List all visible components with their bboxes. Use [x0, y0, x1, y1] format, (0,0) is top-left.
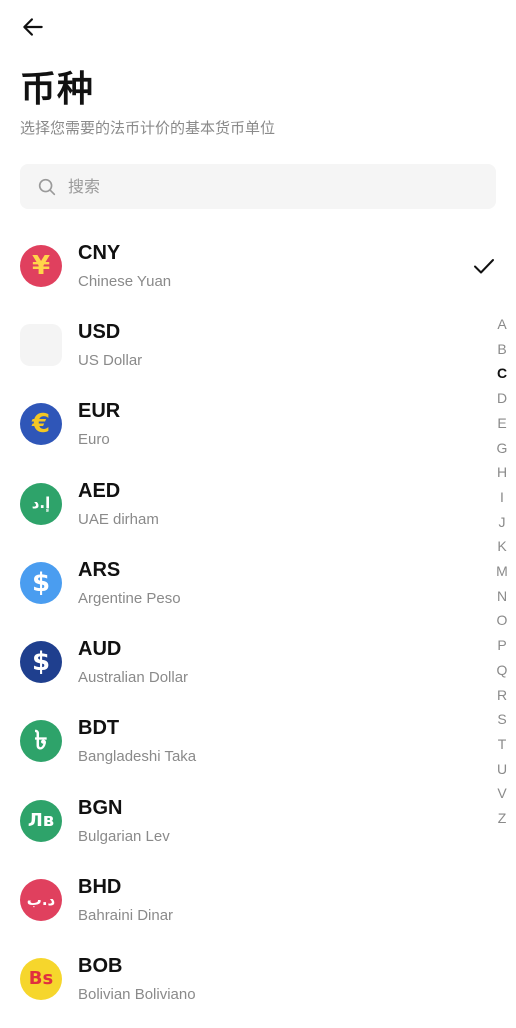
currency-name: Euro	[78, 431, 110, 449]
taka-coin-icon: ৳	[20, 720, 62, 763]
index-letter-j[interactable]: J	[499, 510, 506, 535]
checkmark-icon	[474, 259, 494, 274]
index-letter-h[interactable]: H	[497, 460, 507, 485]
index-letter-s[interactable]: S	[497, 707, 506, 732]
currency-name: US Dollar	[78, 351, 143, 369]
currency-name: Argentine Peso	[78, 589, 181, 607]
index-letter-p[interactable]: P	[497, 633, 506, 658]
currency-symbol: €	[31, 409, 51, 440]
currency-name: Bangladeshi Taka	[78, 748, 197, 766]
lev-coin-icon: Лв	[20, 799, 62, 842]
blank-icon	[20, 323, 62, 366]
index-letter-i[interactable]: I	[500, 485, 504, 510]
index-letter-a[interactable]: A	[497, 312, 506, 337]
search-bar[interactable]	[20, 164, 496, 209]
index-letter-b[interactable]: B	[497, 337, 506, 362]
currency-symbol: ¥	[31, 250, 51, 281]
currency-name: Bulgarian Lev	[78, 827, 170, 845]
currency-row-ars[interactable]: $ ARS Argentine Peso	[0, 543, 516, 622]
currency-code: ARS	[78, 558, 121, 581]
index-letter-t[interactable]: T	[498, 732, 507, 757]
currency-name: Bahraini Dinar	[78, 907, 174, 925]
yuan-coin-icon: ¥	[20, 244, 62, 287]
currency-code: BOB	[78, 955, 123, 978]
search-icon	[38, 178, 56, 195]
back-button[interactable]	[20, 14, 52, 40]
currency-text: AED UAE dirham	[78, 480, 159, 528]
currency-text: USD US Dollar	[78, 321, 142, 369]
index-letter-d[interactable]: D	[497, 386, 507, 411]
alphabet-index[interactable]: ABCDEGHIJKMNOPQRSTUVZ	[492, 312, 512, 831]
search-input[interactable]	[68, 177, 468, 196]
index-letter-q[interactable]: Q	[497, 658, 508, 683]
currency-symbol: د.ب	[26, 890, 56, 909]
index-letter-c[interactable]: C	[497, 361, 507, 386]
index-letter-r[interactable]: R	[497, 683, 507, 708]
currency-code: AED	[78, 479, 121, 502]
currency-code: AUD	[78, 638, 122, 661]
index-letter-g[interactable]: G	[497, 436, 508, 461]
currency-text: BHD Bahraini Dinar	[78, 876, 173, 924]
index-letter-k[interactable]: K	[497, 534, 506, 559]
currency-code: EUR	[78, 400, 121, 423]
index-letter-m[interactable]: M	[496, 559, 508, 584]
currency-symbol: $	[31, 647, 51, 678]
currency-symbol: إ.د	[31, 494, 51, 513]
arrow-left-icon	[23, 18, 43, 36]
currency-text: CNY Chinese Yuan	[78, 242, 171, 290]
index-letter-v[interactable]: V	[497, 781, 506, 806]
currency-symbol: Лв	[27, 809, 55, 831]
page-subtitle: 选择您需要的法币计价的基本货币单位	[20, 119, 276, 137]
currency-symbol: Bs	[28, 968, 54, 990]
currency-name: Australian Dollar	[78, 669, 189, 687]
currency-text: BOB Bolivian Boliviano	[78, 955, 196, 1003]
boliviano-coin-icon: Bs	[20, 958, 62, 1001]
currency-code: CNY	[78, 241, 121, 264]
currency-row-cny[interactable]: ¥ CNY Chinese Yuan	[0, 226, 516, 305]
currency-code: BDT	[78, 717, 120, 740]
euro-coin-icon: €	[20, 403, 62, 446]
index-letter-e[interactable]: E	[497, 411, 506, 436]
currency-row-bob[interactable]: Bs BOB Bolivian Boliviano	[0, 940, 516, 1019]
dinar-coin-icon: د.ب	[20, 879, 62, 922]
currency-row-aud[interactable]: $ AUD Australian Dollar	[0, 622, 516, 701]
index-letter-n[interactable]: N	[497, 584, 507, 609]
dirham-coin-icon: إ.د	[20, 482, 62, 525]
currency-symbol: ৳	[34, 726, 48, 757]
currency-text: BGN Bulgarian Lev	[78, 797, 170, 845]
currency-list: ¥ CNY Chinese Yuan USD US Dollar € EUR Euro إ.د A…	[0, 226, 516, 1019]
currency-row-bhd[interactable]: د.ب BHD Bahraini Dinar	[0, 860, 516, 939]
currency-row-eur[interactable]: € EUR Euro	[0, 385, 516, 464]
index-letter-z[interactable]: Z	[498, 806, 507, 831]
currency-code: BGN	[78, 796, 123, 819]
currency-text: AUD Australian Dollar	[78, 638, 188, 686]
index-letter-o[interactable]: O	[497, 608, 508, 633]
currency-text: EUR Euro	[78, 400, 120, 448]
peso-coin-icon: $	[20, 561, 62, 604]
currency-symbol: $	[31, 567, 51, 598]
index-letter-u[interactable]: U	[497, 757, 507, 782]
currency-text: BDT Bangladeshi Taka	[78, 717, 196, 765]
page-title: 币种	[20, 69, 95, 110]
currency-name: UAE dirham	[78, 510, 159, 528]
currency-text: ARS Argentine Peso	[78, 559, 181, 607]
currency-row-aed[interactable]: إ.د AED UAE dirham	[0, 464, 516, 543]
currency-code: BHD	[78, 876, 122, 899]
currency-row-usd[interactable]: USD US Dollar	[0, 305, 516, 384]
currency-code: USD	[78, 320, 121, 343]
currency-row-bgn[interactable]: Лв BGN Bulgarian Lev	[0, 781, 516, 860]
currency-name: Bolivian Boliviano	[78, 986, 196, 1004]
currency-name: Chinese Yuan	[78, 272, 172, 290]
currency-row-bdt[interactable]: ৳ BDT Bangladeshi Taka	[0, 702, 516, 781]
dollar-coin-icon: $	[20, 641, 62, 684]
